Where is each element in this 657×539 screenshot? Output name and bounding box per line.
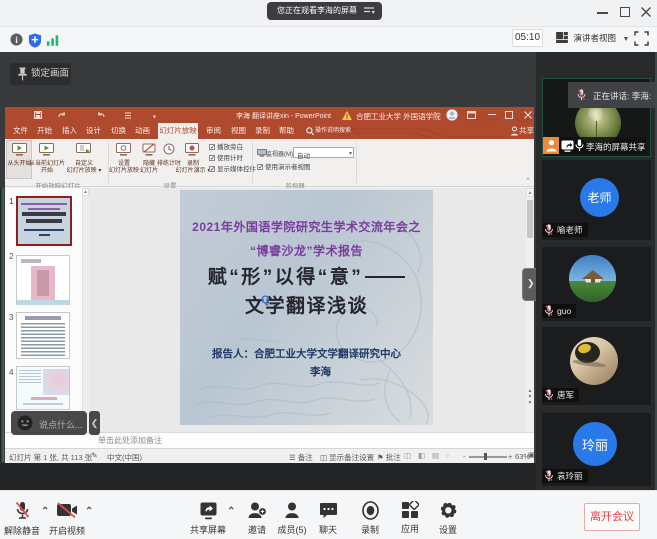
svg-text:i: i xyxy=(15,36,18,46)
svg-text:!: ! xyxy=(346,114,348,120)
svg-text:▾: ▾ xyxy=(153,115,156,121)
